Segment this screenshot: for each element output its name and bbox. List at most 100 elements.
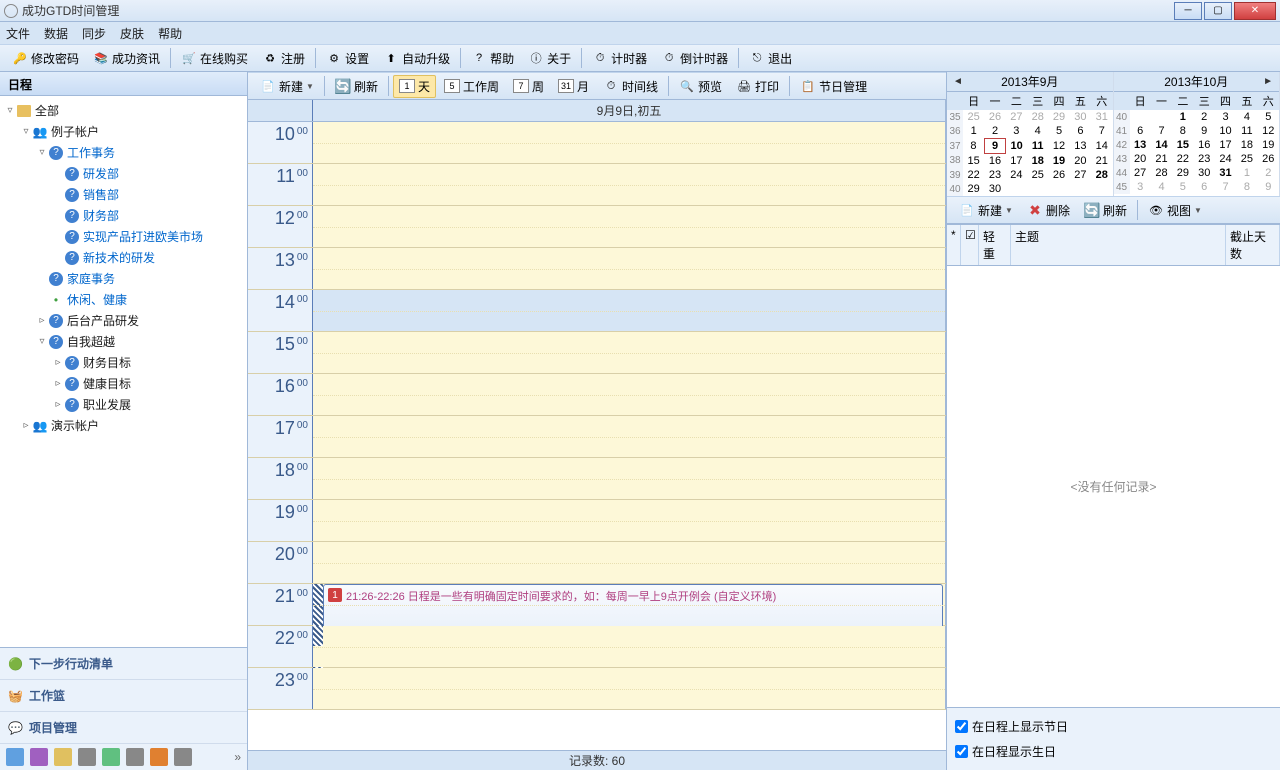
toolbar-设置[interactable]: ⚙设置 bbox=[320, 47, 375, 70]
cal-day[interactable]: 7 bbox=[1091, 124, 1112, 139]
cal-day[interactable]: 26 bbox=[1048, 168, 1069, 182]
next-month-icon[interactable]: ► bbox=[1263, 76, 1273, 87]
cal-day[interactable]: 10 bbox=[1006, 139, 1027, 154]
minimize-button[interactable]: ─ bbox=[1174, 2, 1202, 20]
nav-link[interactable]: 💬项目管理 bbox=[0, 712, 247, 744]
nav-link[interactable]: 🟢下一步行动清单 bbox=[0, 648, 247, 680]
toolbar-计时器[interactable]: ⏱计时器 bbox=[586, 47, 653, 70]
tree-node[interactable]: ▿?工作事务 bbox=[0, 142, 247, 163]
nav-icon[interactable] bbox=[6, 748, 24, 766]
cal-day[interactable]: 14 bbox=[1151, 138, 1172, 152]
cal-day[interactable]: 29 bbox=[963, 182, 984, 196]
cal-day[interactable]: 31 bbox=[1091, 110, 1112, 124]
tree-node[interactable]: ▹👥演示帐户 bbox=[0, 415, 247, 436]
hour-row[interactable]: 2200 bbox=[248, 626, 946, 668]
cal-day[interactable] bbox=[1151, 110, 1172, 124]
tree-node[interactable]: ▹?财务目标 bbox=[0, 352, 247, 373]
cal-day[interactable]: 12 bbox=[1258, 124, 1279, 138]
cal-day[interactable]: 28 bbox=[1091, 168, 1112, 182]
cal-day[interactable]: 9 bbox=[1194, 124, 1215, 138]
cal-day[interactable]: 9 bbox=[1258, 180, 1279, 194]
cal-day[interactable] bbox=[1048, 182, 1069, 196]
toolbar-天[interactable]: 1天 bbox=[393, 75, 436, 98]
tree-node[interactable]: ▹?职业发展 bbox=[0, 394, 247, 415]
cal-day[interactable]: 21 bbox=[1091, 154, 1112, 169]
cal-day[interactable]: 18 bbox=[1236, 138, 1257, 152]
cal-day[interactable] bbox=[1027, 182, 1048, 196]
cal-day[interactable]: 5 bbox=[1172, 180, 1193, 194]
toolbar-视图[interactable]: 👁视图▼ bbox=[1142, 199, 1208, 222]
nav-icon[interactable] bbox=[78, 748, 96, 766]
cal-day[interactable]: 25 bbox=[963, 110, 984, 124]
cal-day[interactable]: 27 bbox=[1130, 166, 1151, 180]
cal-day[interactable] bbox=[1091, 182, 1112, 196]
cal-day[interactable]: 8 bbox=[1236, 180, 1257, 194]
menu-item[interactable]: 皮肤 bbox=[120, 25, 144, 42]
toolbar-刷新[interactable]: 🔄刷新 bbox=[1078, 199, 1133, 222]
cal-day[interactable]: 17 bbox=[1215, 138, 1236, 152]
cal-day[interactable]: 3 bbox=[1130, 180, 1151, 194]
cal-day[interactable]: 25 bbox=[1027, 168, 1048, 182]
cal-day[interactable]: 2 bbox=[1194, 110, 1215, 124]
cal-day[interactable]: 4 bbox=[1027, 124, 1048, 139]
tree-node[interactable]: ?家庭事务 bbox=[0, 268, 247, 289]
tree-node[interactable]: ▹?后台产品研发 bbox=[0, 310, 247, 331]
toolbar-帮助[interactable]: ?帮助 bbox=[465, 47, 520, 70]
menu-item[interactable]: 文件 bbox=[6, 25, 30, 42]
cal-day[interactable]: 9 bbox=[984, 139, 1005, 154]
cal-day[interactable]: 23 bbox=[1194, 152, 1215, 166]
cal-day[interactable]: 6 bbox=[1194, 180, 1215, 194]
nav-icon[interactable] bbox=[126, 748, 144, 766]
tree-node[interactable]: ?实现产品打进欧美市场 bbox=[0, 226, 247, 247]
toolbar-在线购买[interactable]: 🛒在线购买 bbox=[175, 47, 254, 70]
cal-day[interactable]: 26 bbox=[984, 110, 1005, 124]
tree[interactable]: ▿全部▿👥例子帐户▿?工作事务?研发部?销售部?财务部?实现产品打进欧美市场?新… bbox=[0, 96, 247, 647]
cal-day[interactable]: 10 bbox=[1215, 124, 1236, 138]
cal-day[interactable]: 15 bbox=[963, 154, 984, 169]
checkbox[interactable] bbox=[955, 720, 968, 733]
list-col[interactable]: 主题 bbox=[1011, 225, 1226, 265]
toolbar-倒计时器[interactable]: ⏱倒计时器 bbox=[655, 47, 734, 70]
hour-row[interactable]: 2000 bbox=[248, 542, 946, 584]
cal-day[interactable]: 29 bbox=[1172, 166, 1193, 180]
toolbar-打印[interactable]: 🖨打印 bbox=[730, 75, 785, 98]
cal-day[interactable]: 6 bbox=[1070, 124, 1091, 139]
cal-day[interactable]: 28 bbox=[1027, 110, 1048, 124]
cal-day[interactable]: 22 bbox=[1172, 152, 1193, 166]
cal-day[interactable]: 7 bbox=[1151, 124, 1172, 138]
hour-row[interactable]: 1400 bbox=[248, 290, 946, 332]
toolbar-新建[interactable]: 📄新建▼ bbox=[953, 199, 1019, 222]
tree-node[interactable]: •休闲、健康 bbox=[0, 289, 247, 310]
cal-day[interactable]: 30 bbox=[1194, 166, 1215, 180]
list-col[interactable]: * bbox=[947, 225, 961, 265]
toolbar-周[interactable]: 7周 bbox=[507, 75, 550, 98]
hour-row[interactable]: 2100121:26-22:26 日程是一些有明确固定时间要求的，如：每周一早上… bbox=[248, 584, 946, 626]
cal-day[interactable] bbox=[1070, 182, 1091, 196]
hour-row[interactable]: 1900 bbox=[248, 500, 946, 542]
toolbar-工作周[interactable]: 5工作周 bbox=[438, 75, 505, 98]
toolbar-退出[interactable]: ⎋退出 bbox=[743, 47, 798, 70]
toolbar-刷新[interactable]: 🔄刷新 bbox=[329, 75, 384, 98]
cal-day[interactable]: 31 bbox=[1215, 166, 1236, 180]
nav-icon[interactable] bbox=[54, 748, 72, 766]
cal-day[interactable]: 29 bbox=[1048, 110, 1069, 124]
cal-day[interactable]: 23 bbox=[984, 168, 1005, 182]
cal-day[interactable]: 4 bbox=[1236, 110, 1257, 124]
menu-item[interactable]: 帮助 bbox=[158, 25, 182, 42]
mini-calendar[interactable]: 2013年10月►日一二三四五六401234541678910111242131… bbox=[1114, 72, 1280, 196]
tree-node[interactable]: ?销售部 bbox=[0, 184, 247, 205]
cal-day[interactable]: 15 bbox=[1172, 138, 1193, 152]
tree-node[interactable]: ?财务部 bbox=[0, 205, 247, 226]
schedule-grid[interactable]: 1000110012001300140015001600170018001900… bbox=[248, 122, 946, 750]
list-col[interactable]: 轻重 bbox=[979, 225, 1011, 265]
hour-row[interactable]: 1200 bbox=[248, 206, 946, 248]
maximize-button[interactable]: ▢ bbox=[1204, 2, 1232, 20]
toolbar-删除[interactable]: ✖删除 bbox=[1021, 199, 1076, 222]
tree-node[interactable]: ▿?自我超越 bbox=[0, 331, 247, 352]
cal-day[interactable]: 2 bbox=[984, 124, 1005, 139]
cal-day[interactable]: 17 bbox=[1006, 154, 1027, 169]
cal-day[interactable]: 2 bbox=[1258, 166, 1279, 180]
nav-expand-icon[interactable]: » bbox=[234, 750, 241, 764]
cal-day[interactable]: 27 bbox=[1006, 110, 1027, 124]
tree-node[interactable]: ▹?健康目标 bbox=[0, 373, 247, 394]
